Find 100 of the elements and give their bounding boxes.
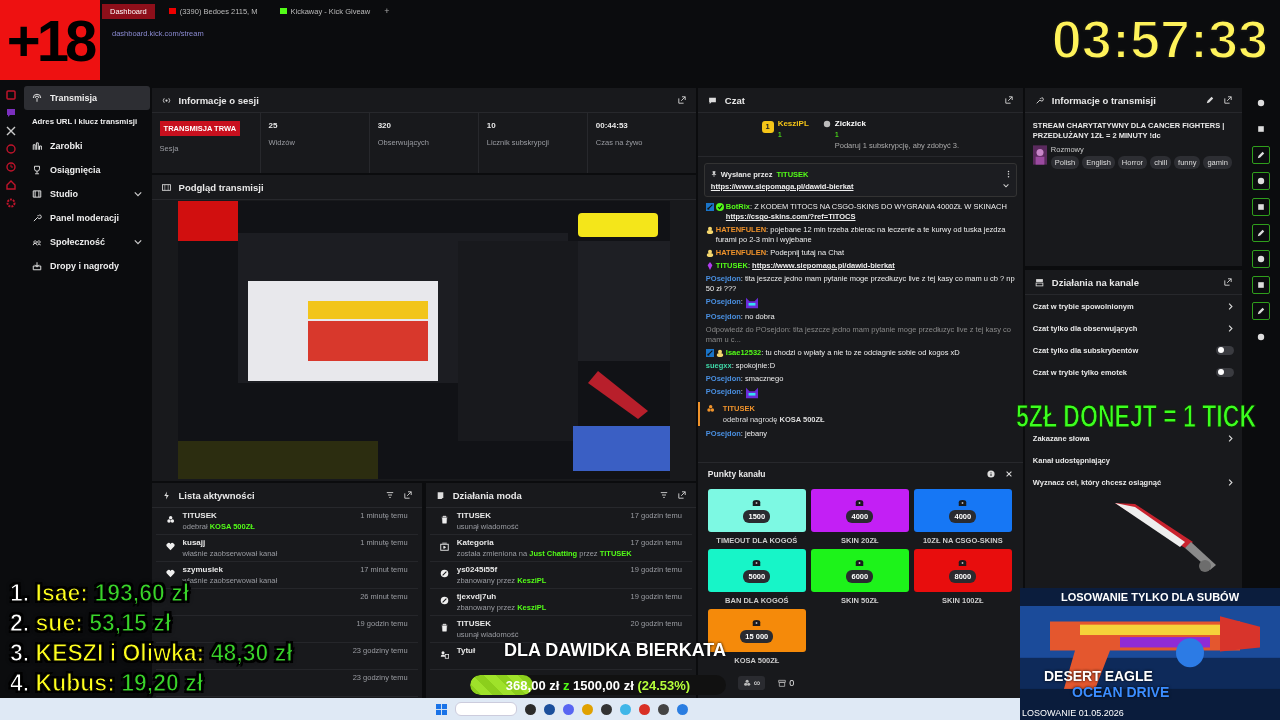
leader-name: Zickzick: [834, 119, 867, 128]
toggle-switch[interactable]: [1216, 367, 1235, 377]
x-icon[interactable]: [5, 126, 16, 136]
info-icon[interactable]: [986, 470, 995, 478]
trophy-icon: [31, 165, 42, 175]
close-icon[interactable]: [1004, 470, 1013, 478]
store-count[interactable]: 0: [773, 676, 800, 690]
panel-title: Czat: [724, 94, 746, 106]
pin-icon: [710, 171, 717, 177]
age-rating-badge: +18: [0, 0, 100, 80]
toggle-switch[interactable]: [1216, 345, 1235, 355]
popout-icon[interactable]: [1224, 278, 1233, 286]
chest-icon: [855, 498, 865, 507]
wrench-icon: [1034, 95, 1044, 105]
pencil-icon: [1257, 307, 1266, 315]
clock-icon[interactable]: [5, 162, 16, 172]
sidebar-item[interactable]: Zarobki: [23, 134, 150, 158]
more-icon[interactable]: [1006, 170, 1010, 178]
square-icon[interactable]: [5, 90, 16, 100]
stream-timer: 03:57:33: [1051, 8, 1268, 70]
dots-icon: [165, 515, 175, 524]
dots-icon: [742, 679, 751, 687]
panel-title: Informacje o sesji: [178, 94, 260, 106]
ban-icon: [439, 596, 449, 605]
square-icon: [1257, 281, 1266, 289]
sidebar-item[interactable]: Społeczność: [23, 230, 150, 254]
panel-title: Działania moda: [452, 489, 523, 501]
chest-icon: [958, 498, 968, 507]
panel-title: Lista aktywności: [178, 489, 256, 501]
chevron-right-icon[interactable]: [1227, 301, 1235, 311]
leader-name: KesziPL: [777, 119, 809, 128]
action-target: Kategoria: [456, 538, 494, 547]
taskbar-app-icon[interactable]: [544, 703, 555, 715]
emote-icon: [744, 297, 759, 309]
activity-user: TITUSEK: [182, 511, 217, 520]
chest-icon: [958, 558, 968, 567]
action-target: Tytuł: [456, 646, 476, 655]
sidebar-item[interactable]: Dropy i nagrody: [23, 254, 150, 278]
filter-icon[interactable]: [659, 491, 668, 499]
pencil-icon: [1257, 151, 1266, 159]
people-icon: [31, 237, 42, 247]
popout-icon[interactable]: [677, 491, 686, 499]
circle-icon[interactable]: [5, 144, 16, 154]
chevron-right-icon[interactable]: [1227, 433, 1235, 443]
stat-value: 10: [486, 121, 497, 130]
chat-bubble-icon[interactable]: [5, 108, 16, 118]
new-tab-button[interactable]: +: [384, 6, 390, 16]
sidebar-item[interactable]: Studio: [23, 182, 150, 206]
home-icon[interactable]: [5, 180, 16, 190]
popout-icon[interactable]: [403, 491, 412, 499]
sidebar-item[interactable]: Transmisja: [23, 86, 150, 110]
chevron-down-icon: [133, 238, 142, 246]
chevron-down-icon: [133, 190, 142, 198]
emote-icon: [744, 387, 759, 399]
chevron-down-icon[interactable]: [1001, 182, 1010, 190]
chest-icon: [855, 558, 865, 567]
sword-badge-icon: [705, 349, 714, 357]
sidebar-item[interactable]: Osiągnięcia: [23, 158, 150, 182]
popout-icon[interactable]: [677, 96, 686, 104]
film-icon: [31, 189, 42, 199]
pencil-icon: [1257, 229, 1266, 237]
category-icon: [439, 542, 449, 551]
action-target: ys0245i55f: [456, 565, 498, 574]
heart-icon: [165, 542, 175, 551]
chart-icon: [31, 141, 42, 151]
points-balance[interactable]: ∞: [737, 676, 766, 690]
donor-entry: 3. KESZI i Oliwka: 48,30 zł: [10, 640, 293, 667]
action-target: tjexvdj7uh: [456, 592, 497, 601]
chat-icon: [707, 95, 717, 105]
popout-icon[interactable]: [1004, 96, 1013, 104]
chevron-right-icon[interactable]: [1227, 477, 1235, 487]
broadcast-icon: [161, 95, 171, 105]
medal-icon: [822, 120, 831, 128]
sidebar-item[interactable]: Panel moderacji: [23, 206, 150, 230]
action-target: TITUSEK: [456, 619, 491, 628]
taskbar-app-icon[interactable]: [525, 703, 536, 715]
ban-icon: [439, 569, 449, 578]
chest-icon: [752, 498, 762, 507]
popout-icon[interactable]: [1224, 96, 1233, 104]
circle-icon: [1257, 99, 1266, 107]
trash-icon: [439, 623, 449, 632]
activity-user: szymusiek: [182, 565, 223, 574]
stat-value: 320: [377, 121, 393, 130]
chick-badge-icon: [705, 226, 714, 234]
gear-icon[interactable]: [5, 198, 16, 208]
trash-icon: [439, 515, 449, 524]
panel-title: Punkty kanału: [707, 469, 767, 479]
giveaway-title: LOSOWANIE TYLKO DLA SUBÓW: [1020, 588, 1280, 606]
download-icon: [31, 261, 42, 271]
filter-icon[interactable]: [385, 491, 394, 499]
person-card-icon: [439, 650, 449, 659]
taskbar-app-icon[interactable]: [658, 703, 669, 715]
circle-icon: [1257, 333, 1266, 341]
pencil-icon[interactable]: [1206, 96, 1215, 104]
chevron-right-icon[interactable]: [1227, 323, 1235, 333]
search-field[interactable]: [455, 702, 517, 716]
list-icon: [1034, 277, 1044, 287]
taskbar-app-icon[interactable]: [601, 703, 612, 715]
windows-logo-icon[interactable]: [436, 703, 447, 715]
store-icon: [778, 679, 787, 687]
